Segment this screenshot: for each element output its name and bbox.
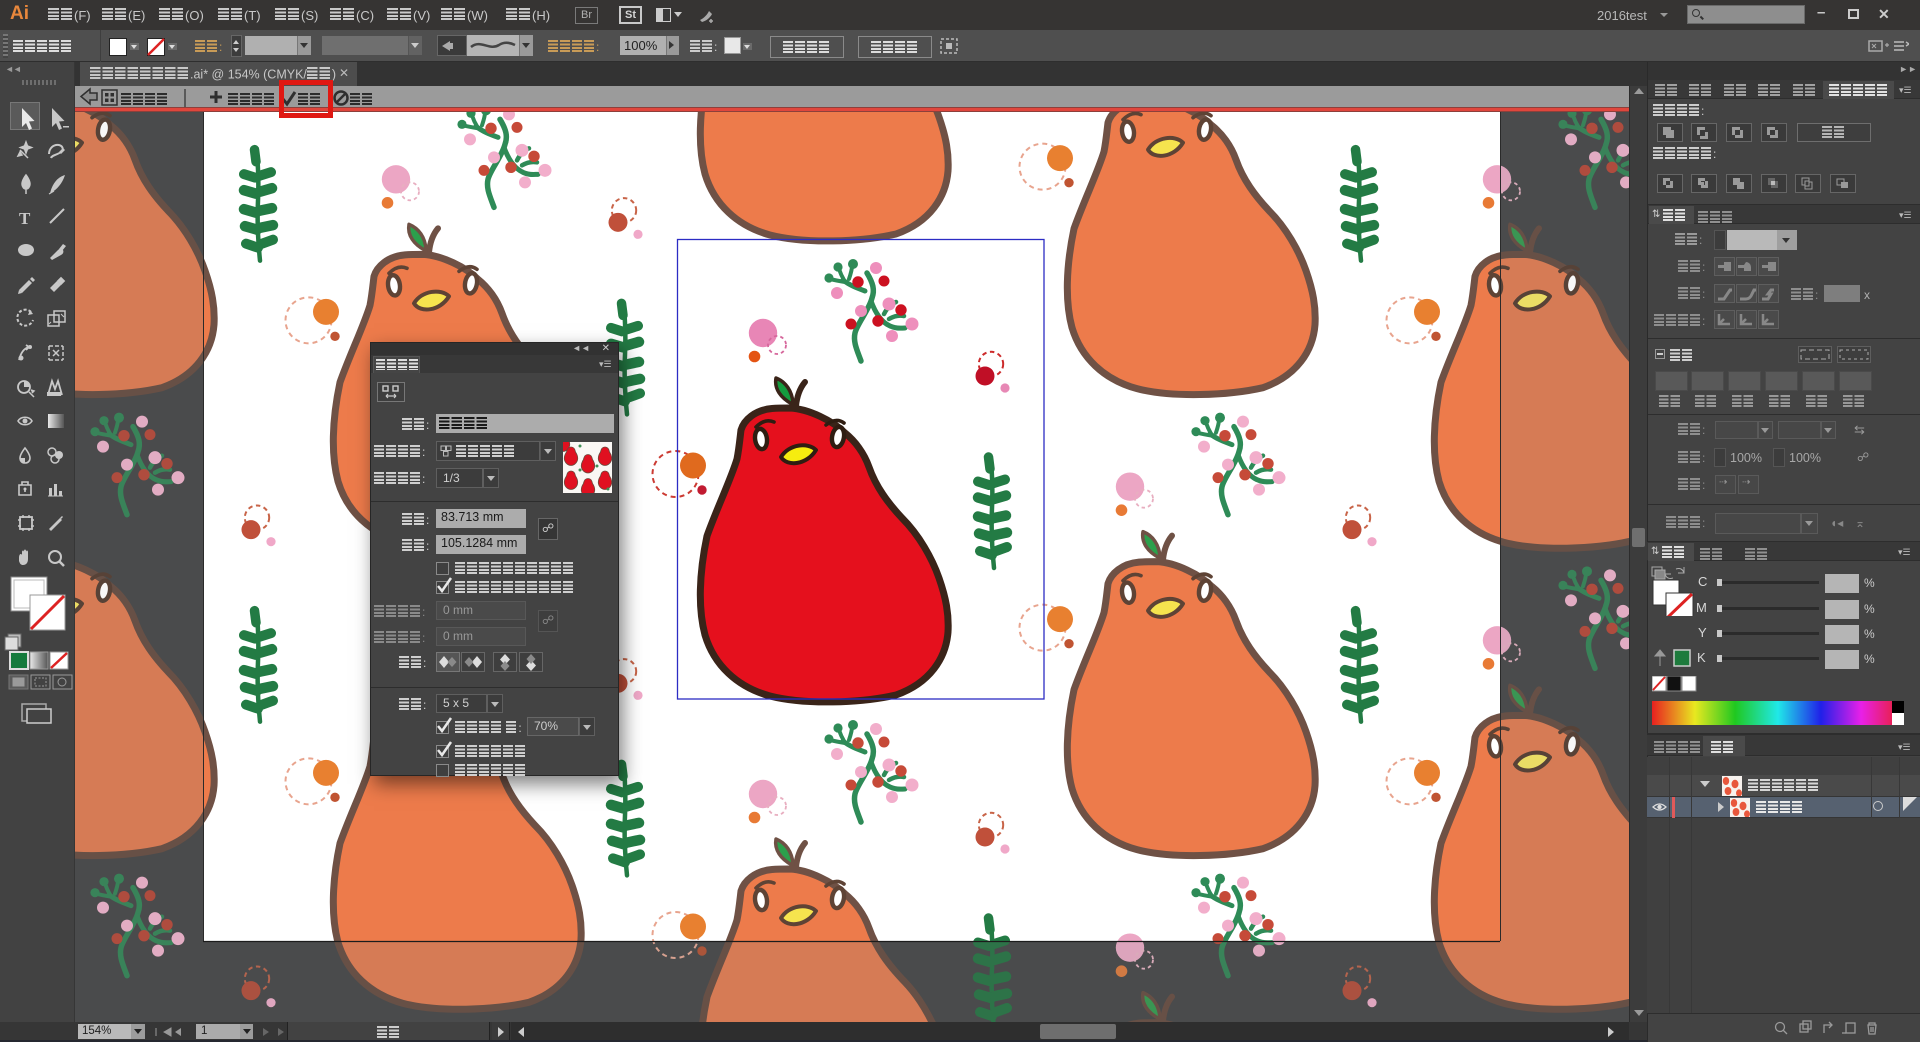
svg-text:T: T	[19, 209, 31, 228]
